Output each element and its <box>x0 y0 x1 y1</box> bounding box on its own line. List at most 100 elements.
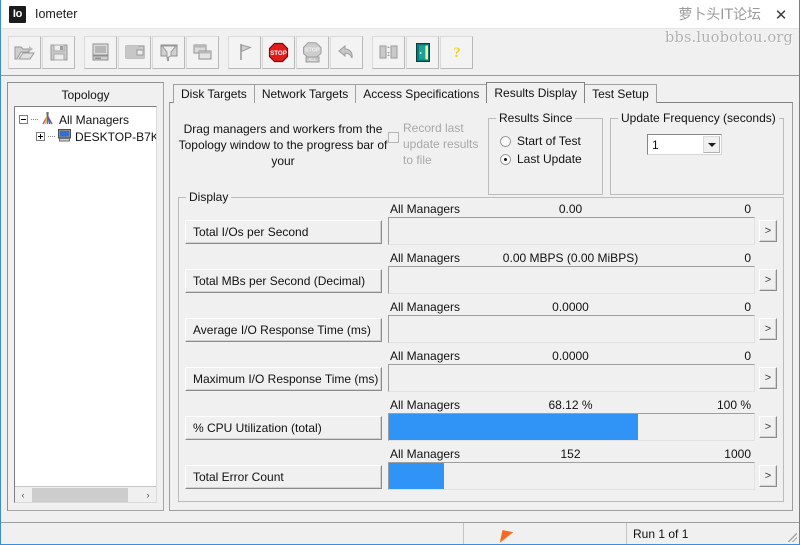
stop-all-tests-button[interactable]: STOP ALL <box>296 35 329 69</box>
open-config-button[interactable] <box>8 35 41 69</box>
save-config-button[interactable] <box>42 35 75 69</box>
row-expand-button[interactable]: > <box>759 269 777 291</box>
topology-panel: Topology All Managers DESKTOP-B7 ‹ › <box>7 82 164 511</box>
radio-circle-selected-icon[interactable] <box>500 153 511 165</box>
tab-results-display[interactable]: Results Display <box>486 82 586 103</box>
row-manager-label: All Managers <box>390 202 461 216</box>
row-manager-label: All Managers <box>390 300 461 314</box>
row-value: 0.0000 <box>552 349 589 363</box>
tab-test-setup[interactable]: Test Setup <box>584 84 657 103</box>
display-metric-button[interactable]: Total Error Count <box>185 465 382 489</box>
new-manager-button[interactable] <box>84 35 117 69</box>
row-body: % CPU Utilization (total) > <box>185 413 777 443</box>
row-header: All Managers 152 1000 <box>388 447 753 462</box>
chevron-down-icon[interactable] <box>703 136 720 153</box>
row-max: 0 <box>744 202 751 216</box>
topology-tree-container[interactable]: All Managers DESKTOP-B7KFQ <box>14 106 157 503</box>
row-max: 1000 <box>724 447 751 461</box>
display-metric-button[interactable]: Total I/Os per Second <box>185 220 382 244</box>
radio-start-of-test[interactable]: Start of Test <box>500 132 602 150</box>
row-max: 100 % <box>716 398 751 412</box>
progress-bar[interactable] <box>388 217 755 245</box>
row-body: Average I/O Response Time (ms) > <box>185 315 777 345</box>
expander-minus-icon[interactable] <box>19 115 28 124</box>
close-icon[interactable]: ✕ <box>771 5 791 25</box>
row-header: All Managers 0.0000 0 <box>388 349 753 364</box>
progress-bar-fill <box>389 414 638 440</box>
progress-bar-fill <box>389 463 445 489</box>
progress-bar[interactable] <box>388 364 755 392</box>
progress-bar[interactable] <box>388 315 755 343</box>
topology-horizontal-scrollbar[interactable]: ‹ › <box>15 486 156 502</box>
display-row-total-error-count: All Managers 152 1000 Total Error Count … <box>185 447 777 496</box>
status-pane-message <box>1 523 464 544</box>
scroll-left-arrow-icon[interactable]: ‹ <box>15 487 31 503</box>
svg-text:?: ? <box>453 45 461 61</box>
scroll-right-arrow-icon[interactable]: › <box>140 487 156 503</box>
results-since-options: Start of Test Last Update <box>489 119 602 168</box>
stop-test-button[interactable]: STOP <box>262 35 295 69</box>
radio-circle-icon[interactable] <box>500 135 511 147</box>
resize-grip-icon[interactable] <box>785 523 799 544</box>
display-row-total-mbs-per-second: All Managers 0.00 MBPS (0.00 MiBPS) 0 To… <box>185 251 777 300</box>
topology-tree: All Managers DESKTOP-B7KFQ <box>15 107 156 145</box>
tree-item-desktop-manager[interactable]: DESKTOP-B7KFQ <box>19 128 156 145</box>
row-value: 0.0000 <box>552 300 589 314</box>
display-metric-button[interactable]: Total MBs per Second (Decimal) <box>185 269 382 293</box>
tree-item-all-managers[interactable]: All Managers <box>19 111 156 128</box>
update-frequency-select[interactable]: 1 <box>647 134 722 155</box>
new-disk-worker-button[interactable] <box>118 35 151 69</box>
reset-button[interactable] <box>330 35 363 69</box>
row-expand-button[interactable]: > <box>759 318 777 340</box>
access-spec-button[interactable] <box>372 35 405 69</box>
row-expand-button[interactable]: > <box>759 367 777 389</box>
tree-connector-line <box>31 119 38 120</box>
progress-bar[interactable] <box>388 413 755 441</box>
display-row-cpu-utilization: All Managers 68.12 % 100 % % CPU Utiliza… <box>185 398 777 447</box>
progress-bar[interactable] <box>388 462 755 490</box>
progress-bar[interactable] <box>388 266 755 294</box>
row-manager-label: All Managers <box>390 251 461 265</box>
display-metric-button[interactable]: % CPU Utilization (total) <box>185 416 382 440</box>
start-tests-button[interactable] <box>228 35 261 69</box>
row-expand-button[interactable]: > <box>759 416 777 438</box>
row-value: 68.12 % <box>548 398 593 412</box>
display-metric-button[interactable]: Maximum I/O Response Time (ms) <box>185 367 382 391</box>
tree-item-label: All Managers <box>59 112 130 127</box>
topology-title: Topology <box>61 88 110 102</box>
row-max: 0 <box>744 300 751 314</box>
expander-plus-icon[interactable] <box>36 132 45 141</box>
duplicate-worker-button[interactable] <box>186 35 219 69</box>
row-value: 152 <box>560 447 581 461</box>
tree-connector-line-2 <box>48 136 55 137</box>
radio-last-update[interactable]: Last Update <box>500 150 602 168</box>
status-bar: Run 1 of 1 <box>1 522 799 544</box>
row-expand-button[interactable]: > <box>759 220 777 242</box>
row-value: 0.00 <box>558 202 583 216</box>
display-metric-button[interactable]: Average I/O Response Time (ms) <box>185 318 382 342</box>
help-button[interactable]: ? <box>440 35 473 69</box>
watermark-top-text: 萝卜头IT论坛 <box>678 7 761 23</box>
tab-network-targets[interactable]: Network Targets <box>253 84 357 103</box>
row-body: Total Error Count > <box>185 462 777 492</box>
row-max: 0 <box>744 251 751 265</box>
row-max: 0 <box>744 349 751 363</box>
drag-hint-text: Drag managers and workers from the Topol… <box>178 122 388 168</box>
iometer-window: Io Iometer 萝卜头IT论坛 ✕ bbs.luobotou.org ST… <box>0 0 800 545</box>
tab-disk-targets[interactable]: Disk Targets <box>173 84 255 103</box>
row-header: All Managers 0.00 0 <box>388 202 753 217</box>
tab-strip: Disk Targets Network Targets Access Spec… <box>169 82 793 103</box>
manager-computer-icon <box>57 128 72 145</box>
new-network-worker-button[interactable] <box>152 35 185 69</box>
results-top-row: Drag managers and workers from the Topol… <box>170 103 792 195</box>
update-frequency-legend: Update Frequency (seconds) <box>618 111 779 125</box>
display-row-average-io-response-time: All Managers 0.0000 0 Average I/O Respon… <box>185 300 777 349</box>
scroll-thumb[interactable] <box>32 487 128 502</box>
all-managers-icon <box>40 111 55 128</box>
tab-access-specifications[interactable]: Access Specifications <box>355 84 488 103</box>
results-display-page: Drag managers and workers from the Topol… <box>169 102 793 511</box>
record-results-checkbox[interactable] <box>388 132 399 143</box>
svg-text:STOP: STOP <box>305 47 320 53</box>
row-expand-button[interactable]: > <box>759 465 777 487</box>
exit-button[interactable] <box>406 35 439 69</box>
